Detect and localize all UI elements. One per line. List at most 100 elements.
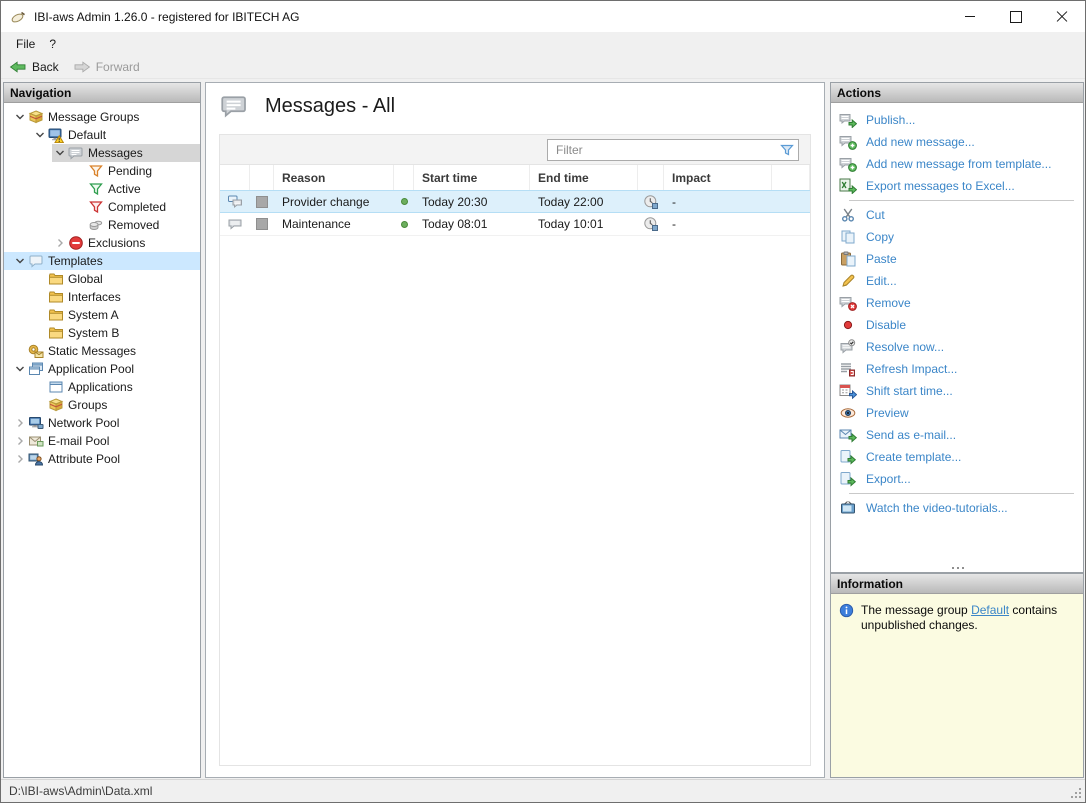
chevron-spacer <box>32 379 48 395</box>
status-dot <box>401 198 408 205</box>
action-label: Watch the video-tutorials... <box>866 501 1008 515</box>
forward-button[interactable]: Forward <box>73 60 140 74</box>
status-dot <box>401 221 408 228</box>
menu-help[interactable]: ? <box>42 34 63 54</box>
action-paste[interactable]: Paste <box>831 248 1083 270</box>
nav-item-static-messages[interactable]: Static Messages <box>4 342 200 360</box>
chevron-spacer <box>72 163 88 179</box>
nav-item-interfaces[interactable]: Interfaces <box>4 288 200 306</box>
action-add-new-message-from-template[interactable]: Add new message from template... <box>831 153 1083 175</box>
action-preview[interactable]: Preview <box>831 402 1083 424</box>
impact-icon-cell <box>638 191 664 212</box>
minimize-button[interactable] <box>947 1 993 32</box>
nav-item-attribute-pool[interactable]: Attribute Pool <box>4 450 200 468</box>
chevron-right-icon[interactable] <box>52 235 68 251</box>
nav-item-messages[interactable]: Messages <box>4 144 200 162</box>
information-panel: Information The message group Default co… <box>830 573 1084 778</box>
chevron-down-icon[interactable] <box>32 127 48 143</box>
actions-panel: Actions Publish...Add new message...Add … <box>830 82 1084 573</box>
action-cut[interactable]: Cut <box>831 204 1083 226</box>
action-shift-start-time[interactable]: Shift start time... <box>831 380 1083 402</box>
action-export[interactable]: Export... <box>831 468 1083 490</box>
action-copy[interactable]: Copy <box>831 226 1083 248</box>
nav-item-label: Attribute Pool <box>48 452 120 466</box>
nav-item-message-groups[interactable]: Message Groups <box>4 108 200 126</box>
chevron-down-icon[interactable] <box>12 253 28 269</box>
filter-funnel-icon[interactable] <box>779 142 795 158</box>
exclusion-icon <box>68 235 84 251</box>
folder-icon <box>48 307 64 323</box>
chevron-right-icon[interactable] <box>12 415 28 431</box>
action-refresh-impact[interactable]: Refresh Impact... <box>831 358 1083 380</box>
action-send-as-e-mail[interactable]: Send as e-mail... <box>831 424 1083 446</box>
nav-item-system-b[interactable]: System B <box>4 324 200 342</box>
chevron-spacer <box>32 325 48 341</box>
nav-item-label: Global <box>68 272 103 286</box>
window-controls <box>947 1 1085 32</box>
action-watch-the-video-tutorials[interactable]: Watch the video-tutorials... <box>831 497 1083 519</box>
nav-item-pending[interactable]: Pending <box>4 162 200 180</box>
nav-item-e-mail-pool[interactable]: E-mail Pool <box>4 432 200 450</box>
action-add-new-message[interactable]: Add new message... <box>831 131 1083 153</box>
chevron-right-icon[interactable] <box>12 451 28 467</box>
paste-icon <box>839 251 857 267</box>
titlebar: IBI-aws Admin 1.26.0 - registered for IB… <box>1 1 1085 32</box>
nav-item-application-pool[interactable]: Application Pool <box>4 360 200 378</box>
add-message-icon <box>839 134 857 150</box>
chevron-down-icon[interactable] <box>52 145 68 161</box>
resize-grip[interactable] <box>1079 796 1081 798</box>
action-label: Shift start time... <box>866 384 953 398</box>
archive-icon <box>88 217 104 233</box>
back-button[interactable]: Back <box>9 60 59 74</box>
chevron-down-icon[interactable] <box>12 109 28 125</box>
nav-item-label: Templates <box>48 254 103 268</box>
reason-cell: Provider change <box>274 191 394 212</box>
maximize-button[interactable] <box>993 1 1039 32</box>
action-label: Export... <box>866 472 911 486</box>
nav-item-templates[interactable]: Templates <box>4 252 200 270</box>
nav-item-groups[interactable]: Groups <box>4 396 200 414</box>
chevron-spacer <box>32 397 48 413</box>
nav-item-applications[interactable]: Applications <box>4 378 200 396</box>
nav-item-exclusions[interactable]: Exclusions <box>4 234 200 252</box>
message-row[interactable]: Provider changeToday 20:30Today 22:00- <box>220 190 810 213</box>
start-time-cell: Today 20:30 <box>414 191 530 212</box>
column-header-impact: Impact <box>664 165 772 190</box>
nav-item-network-pool[interactable]: Network Pool <box>4 414 200 432</box>
actions-list: Publish...Add new message...Add new mess… <box>831 103 1083 519</box>
clock-icon <box>643 194 659 210</box>
action-publish[interactable]: Publish... <box>831 109 1083 131</box>
navigation-tree: Message GroupsDefaultMessagesPendingActi… <box>4 103 200 468</box>
info-icon <box>839 603 854 618</box>
action-disable[interactable]: Disable <box>831 314 1083 336</box>
nav-item-default[interactable]: Default <box>4 126 200 144</box>
nav-item-completed[interactable]: Completed <box>4 198 200 216</box>
funnel-orange-icon <box>88 163 104 179</box>
nav-item-removed[interactable]: Removed <box>4 216 200 234</box>
nav-item-system-a[interactable]: System A <box>4 306 200 324</box>
action-label: Disable <box>866 318 906 332</box>
action-remove[interactable]: Remove <box>831 292 1083 314</box>
action-resolve-now[interactable]: Resolve now... <box>831 336 1083 358</box>
nav-item-label: System A <box>68 308 119 322</box>
message-multi-icon <box>227 194 243 210</box>
clock-icon <box>643 216 659 232</box>
funnel-green-icon <box>88 181 104 197</box>
chevron-down-icon[interactable] <box>12 361 28 377</box>
filter-input[interactable] <box>547 139 799 161</box>
statusbar: D:\IBI-aws\Admin\Data.xml <box>1 779 1085 802</box>
menu-file[interactable]: File <box>9 34 42 54</box>
nav-item-active[interactable]: Active <box>4 180 200 198</box>
chevron-right-icon[interactable] <box>12 433 28 449</box>
default-group-link[interactable]: Default <box>971 603 1009 617</box>
message-row[interactable]: MaintenanceToday 08:01Today 10:01- <box>220 213 810 236</box>
column-header-blank-0 <box>220 165 250 190</box>
panel-splitter-handle[interactable] <box>957 567 959 569</box>
action-export-messages-to-excel[interactable]: Export messages to Excel... <box>831 175 1083 197</box>
attribute-pool-icon <box>28 451 44 467</box>
nav-item-global[interactable]: Global <box>4 270 200 288</box>
start-time-cell: Today 08:01 <box>414 213 530 235</box>
close-button[interactable] <box>1039 1 1085 32</box>
action-create-template[interactable]: Create template... <box>831 446 1083 468</box>
action-edit[interactable]: Edit... <box>831 270 1083 292</box>
